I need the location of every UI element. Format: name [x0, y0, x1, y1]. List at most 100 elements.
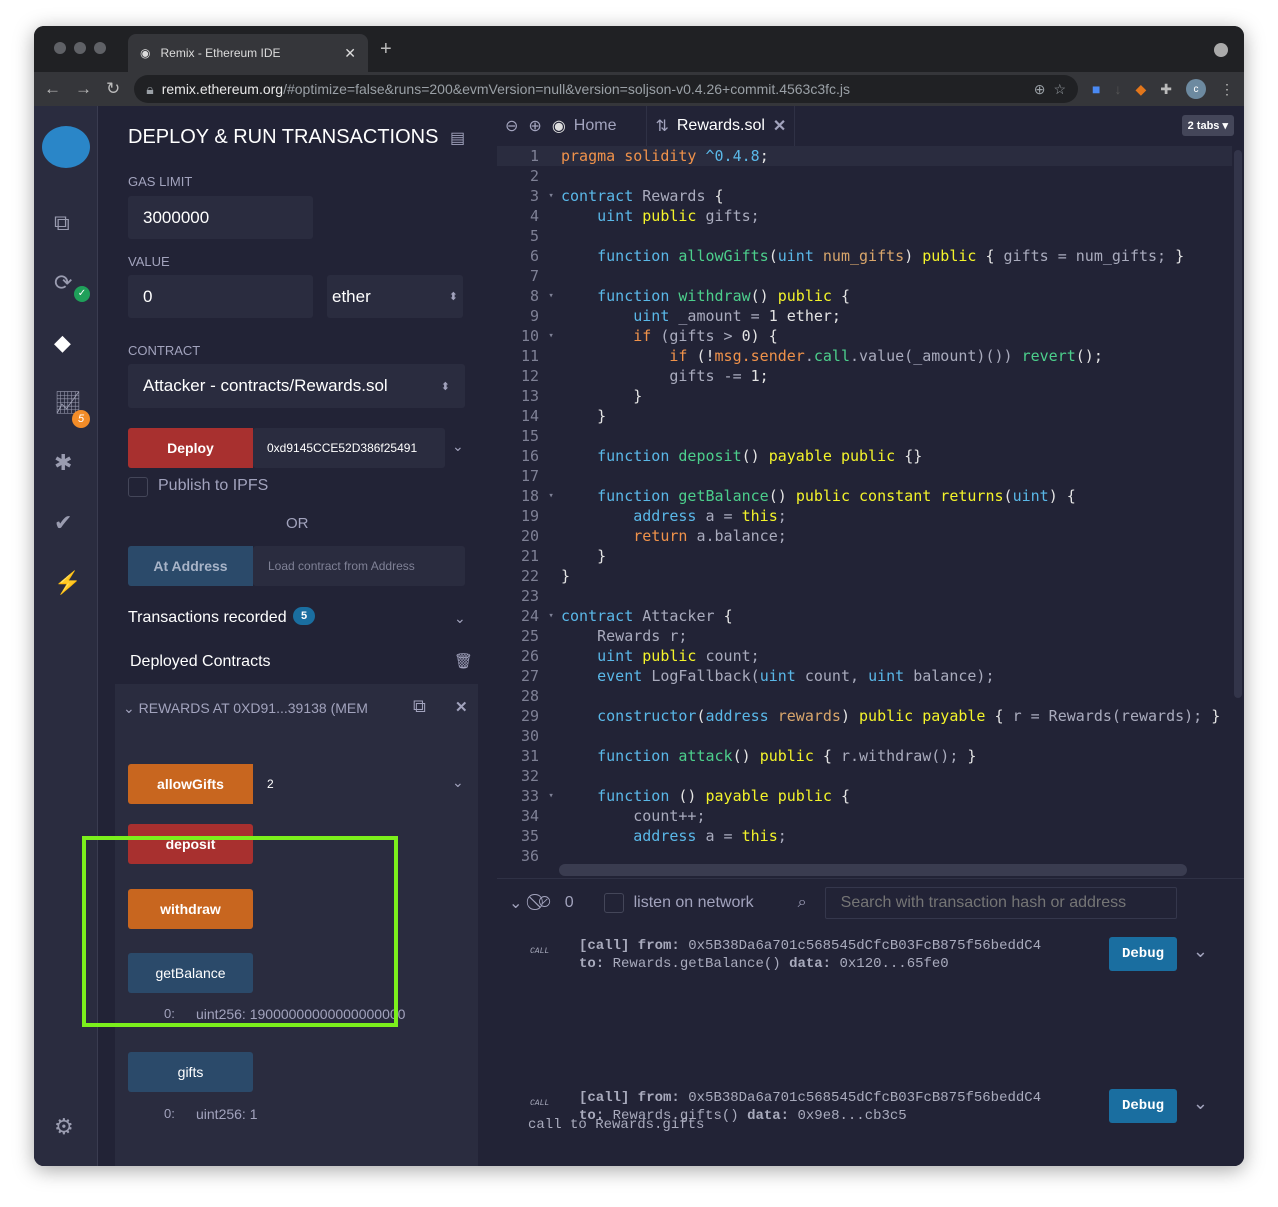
fold-icon[interactable]: ▾	[543, 791, 561, 801]
file-explorer-icon[interactable]: ⧉	[54, 210, 70, 236]
debug-button[interactable]: Debug	[1109, 937, 1177, 971]
line-number: 6	[529, 247, 539, 265]
fold-icon[interactable]: ▾	[543, 191, 561, 201]
testing-check-icon[interactable]: ✔	[54, 510, 72, 536]
code-token: }	[561, 387, 643, 405]
line-number: 25	[520, 627, 539, 645]
code-token: address	[561, 827, 706, 845]
vertical-scrollbar[interactable]	[1234, 150, 1242, 698]
code-line: 2	[497, 166, 1232, 186]
metamask-icon[interactable]: ◆	[1135, 81, 1146, 98]
settings-gear-icon[interactable]: ⚙	[54, 1114, 74, 1140]
chevron-down-icon[interactable]: ⌄	[1193, 941, 1208, 962]
fold-icon[interactable]: ▾	[543, 611, 561, 621]
code-token: }	[561, 567, 571, 585]
line-number: 28	[520, 687, 539, 705]
deploy-args-input[interactable]: 0xd9145CCE52D386f25491	[253, 428, 445, 468]
code-token: r = Rewards(rewards);	[1012, 707, 1212, 725]
at-address-input[interactable]: Load contract from Address	[253, 546, 465, 586]
debug-button[interactable]: Debug	[1109, 1089, 1177, 1123]
collapse-terminal-icon[interactable]: ⌄	[509, 893, 522, 913]
browser-menu-icon[interactable]: ⋮	[1220, 81, 1234, 98]
transactions-recorded-label[interactable]: Transactions recorded	[128, 609, 287, 627]
close-tab-icon[interactable]: ✕	[773, 116, 786, 136]
code-token: address	[561, 507, 706, 525]
transaction-search-input[interactable]	[824, 887, 1177, 919]
code-token: public constant returns	[795, 487, 1004, 505]
code-token: uint	[868, 667, 914, 685]
code-line: 3 ▾ contract Rewards {	[497, 186, 1232, 206]
horizontal-scrollbar[interactable]	[559, 864, 1187, 876]
fold-icon[interactable]: ▾	[543, 291, 561, 301]
compiler-icon[interactable]: ⟳	[54, 270, 72, 296]
gas-limit-input[interactable]: 3000000	[128, 196, 313, 239]
code-token: Rewards	[642, 187, 715, 205]
chevron-down-icon[interactable]: ⌄	[1193, 1093, 1208, 1114]
remix-logo-icon[interactable]	[42, 126, 90, 168]
forward-icon[interactable]: →	[75, 79, 92, 99]
tabs-dropdown[interactable]: 2 tabs ▾	[1181, 115, 1234, 136]
code-token: public	[759, 747, 823, 765]
contract-select[interactable]: Attacker - contracts/Rewards.sol ⬍	[128, 364, 465, 408]
back-icon[interactable]: ←	[44, 79, 61, 99]
reload-icon[interactable]: ↻	[106, 79, 120, 99]
tab-home[interactable]: Home	[574, 117, 617, 135]
clear-console-icon[interactable]: ⃠⊘	[538, 894, 550, 912]
bookmark-star-icon[interactable]: ☆	[1053, 81, 1066, 98]
code-token: }	[561, 547, 607, 565]
tab-rewards-sol[interactable]: ⇅ Rewards.sol ✕	[646, 106, 796, 146]
gifts-output-index: 0:	[164, 1106, 175, 1121]
line-number: 26	[520, 647, 539, 665]
new-tab-button[interactable]: +	[380, 38, 392, 61]
panel-title: DEPLOY & RUN TRANSACTIONS	[128, 126, 439, 148]
documentation-icon[interactable]: ▤	[450, 128, 465, 148]
line-number: 24	[520, 607, 539, 625]
code-token: r.withdraw();	[840, 747, 968, 765]
allowgifts-button[interactable]: allowGifts	[128, 764, 253, 804]
copy-icon[interactable]: ⧉	[413, 696, 426, 717]
tab-search-icon[interactable]	[1214, 43, 1228, 57]
line-number: 4	[529, 207, 539, 225]
fold-icon[interactable]: ▾	[543, 491, 561, 501]
code-area[interactable]: 1 pragma solidity ^0.4.8; 2 3 ▾ contract Rew…	[497, 146, 1232, 878]
translate-extension-icon[interactable]: ■	[1092, 81, 1100, 97]
zoom-in-icon[interactable]: ⊕	[528, 116, 541, 136]
or-label: OR	[286, 515, 309, 532]
at-address-button[interactable]: At Address	[128, 546, 253, 586]
extensions-puzzle-icon[interactable]: ✚	[1160, 81, 1172, 98]
home-icon: ◉	[551, 118, 566, 135]
allowgifts-input[interactable]: 2	[253, 764, 445, 804]
plugin-manager-icon[interactable]: ⚡	[54, 570, 81, 596]
avatar[interactable]: c	[1186, 79, 1206, 99]
value-input[interactable]: 0	[128, 275, 313, 318]
code-token: }	[1175, 247, 1185, 265]
window-controls[interactable]	[54, 42, 106, 54]
instance-header[interactable]: ⌄ REWARDS AT 0XD91...39138 (MEMORY)	[123, 700, 368, 717]
code-token: num_gifts	[822, 247, 905, 265]
code-token: contract	[561, 187, 643, 205]
zoom-icon[interactable]: ⊕	[1034, 81, 1046, 98]
chevron-down-icon[interactable]: ⌄	[454, 610, 466, 627]
publish-ipfs-checkbox[interactable]	[128, 477, 148, 497]
chevron-down-icon[interactable]: ⌄	[452, 774, 464, 791]
line-number: 19	[520, 507, 539, 525]
code-token: count;	[705, 647, 760, 665]
unit-select[interactable]: ether ⬍	[327, 275, 463, 318]
close-tab-icon[interactable]: ✕	[344, 45, 356, 62]
url-input[interactable]: 🔒︎ remix.ethereum.org/#optimize=false&ru…	[134, 75, 1079, 103]
download-icon[interactable]: ↓	[1114, 81, 1121, 97]
zoom-out-icon[interactable]: ⊖	[505, 116, 518, 136]
fold-icon[interactable]: ▾	[543, 331, 561, 341]
deploy-run-icon[interactable]: ◆	[54, 330, 71, 356]
url-host: remix.ethereum.org	[161, 81, 284, 97]
browser-tab[interactable]: ◉ Remix - Ethereum IDE ✕	[128, 34, 368, 72]
trash-icon[interactable]: 🗑︎	[454, 652, 473, 670]
gifts-button[interactable]: gifts	[128, 1052, 253, 1092]
terminal-entry[interactable]: CALL [call] from: 0x5B38Da6a701c568545dC…	[497, 937, 1244, 977]
debugger-bug-icon[interactable]: ✱	[54, 450, 72, 476]
deploy-button[interactable]: Deploy	[128, 428, 253, 468]
chevron-down-icon[interactable]: ⌄	[452, 438, 464, 455]
listen-network-checkbox[interactable]	[603, 893, 624, 913]
close-icon[interactable]: ✕	[455, 698, 468, 716]
code-line: 13 }	[497, 386, 1232, 406]
